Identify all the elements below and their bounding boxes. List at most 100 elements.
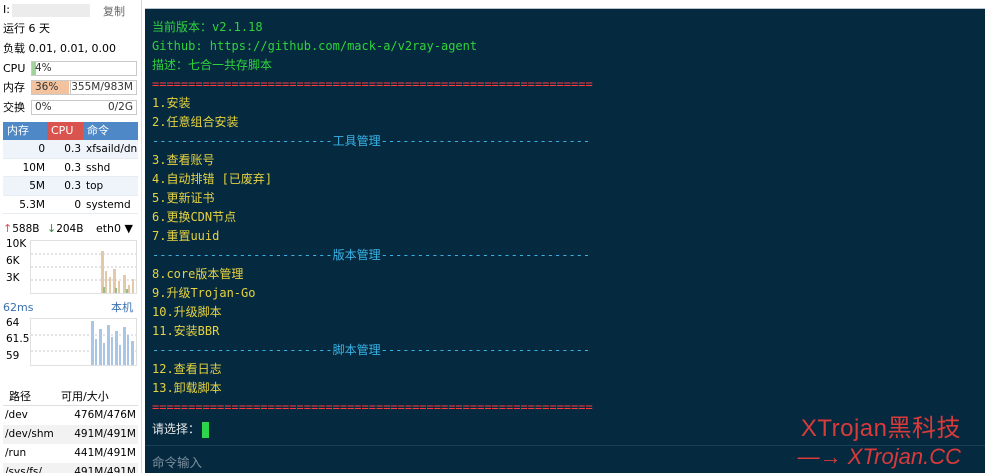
prompt-line: 请选择： bbox=[152, 420, 593, 439]
interface-name: eth0 bbox=[95, 222, 122, 235]
command-input[interactable]: 命令输入 bbox=[152, 452, 202, 471]
memory-label: 内存 bbox=[3, 81, 25, 94]
process-cmd: systemd bbox=[86, 198, 131, 211]
terminal-window[interactable]: 当前版本：v2.1.18 Github: https://github.com/… bbox=[145, 9, 985, 473]
disk-size: 476M/476M bbox=[74, 409, 136, 421]
ping-host[interactable]: 本机 bbox=[111, 299, 133, 317]
table-row[interactable]: /sys/fs/ 491M/491M bbox=[3, 463, 138, 473]
ip-label: I: bbox=[3, 3, 10, 16]
net-tick-1: 10K bbox=[6, 238, 27, 250]
menu-item: 12.查看日志 bbox=[152, 362, 222, 376]
column-command[interactable]: 命令 bbox=[83, 122, 138, 140]
disk-path: /dev bbox=[5, 409, 28, 421]
net-tick-2: 6K bbox=[6, 255, 20, 267]
ping-graph-svg bbox=[31, 321, 136, 365]
table-row[interactable]: 0 0.3 xfsaild/dn bbox=[3, 140, 138, 159]
upload-arrow-icon: ↑ bbox=[3, 222, 13, 235]
disk-table-header: 路径 可用/大小 bbox=[3, 388, 138, 406]
disk-size: 441M/491M bbox=[74, 447, 136, 459]
table-row[interactable]: /run 441M/491M bbox=[3, 444, 138, 463]
menu-item: 3.查看账号 bbox=[152, 153, 215, 167]
swap-row: 交换 0% 0/2G bbox=[3, 99, 137, 117]
version-line: 当前版本：v2.1.18 bbox=[152, 20, 263, 34]
disk-path: /sys/fs/ bbox=[5, 466, 42, 473]
table-row[interactable]: /dev 476M/476M bbox=[3, 406, 138, 425]
chevron-down-icon: ▼ bbox=[124, 222, 133, 235]
menu-item: 2.任意组合安装 bbox=[152, 115, 239, 129]
disk-size: 491M/491M bbox=[74, 428, 136, 440]
process-cmd: xfsaild/dn bbox=[86, 143, 138, 155]
description-line: 描述：七合一共存脚本 bbox=[152, 58, 273, 72]
disk-size: 491M/491M bbox=[74, 466, 136, 473]
section-script: -------------------------脚本管理-----------… bbox=[152, 343, 591, 357]
process-cmd: top bbox=[86, 180, 104, 192]
download-arrow-icon: ↓ bbox=[46, 222, 57, 235]
github-line: Github: https://github.com/mack-a/v2ray-… bbox=[152, 39, 478, 53]
column-size[interactable]: 可用/大小 bbox=[59, 388, 138, 405]
cpu-value: 4% bbox=[35, 62, 52, 74]
ping-tick-3: 59 bbox=[6, 350, 20, 362]
process-table: 内存 CPU 命令 0 0.3 xfsaild/dn 10M 0.3 sshd … bbox=[3, 122, 138, 214]
process-table-header: 内存 CPU 命令 bbox=[3, 122, 138, 140]
section-tools: -------------------------工具管理-----------… bbox=[152, 134, 591, 148]
process-mem: 5.3M bbox=[19, 198, 45, 211]
cpu-row: CPU 4% bbox=[3, 60, 137, 78]
process-mem: 5M bbox=[29, 180, 45, 192]
watermark: XTrojan黑科技 —→ XTrojan.CC bbox=[798, 414, 961, 470]
upload-speed: 588B bbox=[12, 223, 40, 235]
menu-item: 9.升级Trojan-Go bbox=[152, 286, 256, 300]
table-row[interactable]: 10M 0.3 sshd bbox=[3, 159, 138, 177]
menu-item: 7.重置uuid bbox=[152, 229, 220, 243]
section-version: -------------------------版本管理-----------… bbox=[152, 248, 591, 262]
table-row[interactable]: 5.3M 0 systemd bbox=[3, 196, 138, 214]
menu-item: 6.更换CDN节点 bbox=[152, 210, 237, 224]
ip-address-masked bbox=[11, 3, 90, 17]
table-row[interactable]: /dev/shm 491M/491M bbox=[3, 425, 138, 444]
cpu-meter: 4% bbox=[31, 61, 137, 76]
process-cpu: 0 bbox=[74, 198, 81, 211]
process-mem: 10M bbox=[22, 161, 45, 174]
load-text: 负载 0.01, 0.01, 0.00 bbox=[3, 42, 116, 55]
terminal-cursor bbox=[202, 421, 210, 438]
ip-row: I: 复制 bbox=[3, 1, 137, 19]
column-cpu[interactable]: CPU bbox=[47, 122, 83, 140]
network-row: ↑588B ↓204B eth0 ▼ bbox=[3, 220, 137, 238]
separator-line-bottom: ========================================… bbox=[152, 400, 593, 414]
cpu-label: CPU bbox=[3, 62, 26, 75]
disk-path: /run bbox=[5, 447, 27, 459]
memory-value: 36% bbox=[35, 81, 59, 93]
server-monitor-panel: I: 复制 运行 6 天 负载 0.01, 0.01, 0.00 CPU 4% … bbox=[0, 0, 142, 473]
terminal-tab-strip bbox=[145, 0, 985, 9]
ping-latency: 62ms bbox=[3, 301, 34, 314]
ping-tick-2: 61.5 bbox=[6, 333, 30, 345]
watermark-url: —→ XTrojan.CC bbox=[797, 444, 961, 469]
memory-meter: 36% 355M/983M bbox=[31, 80, 137, 95]
ping-tick-1: 64 bbox=[6, 317, 20, 329]
download-speed: 204B bbox=[56, 223, 84, 235]
process-mem: 0 bbox=[38, 143, 45, 155]
table-row[interactable]: 5M 0.3 top bbox=[3, 177, 138, 196]
memory-row: 内存 36% 355M/983M bbox=[3, 79, 137, 97]
menu-item: 8.core版本管理 bbox=[152, 267, 244, 281]
menu-item: 11.安装BBR bbox=[152, 324, 220, 338]
process-cpu: 0.3 bbox=[64, 143, 81, 155]
process-cpu: 0.3 bbox=[64, 161, 81, 174]
swap-value: 0% bbox=[35, 101, 52, 113]
interface-select[interactable]: eth0 ▼ bbox=[96, 220, 133, 238]
disk-table: 路径 可用/大小 /dev 476M/476M /dev/shm 491M/49… bbox=[3, 388, 138, 473]
swap-label: 交换 bbox=[3, 101, 25, 114]
menu-item: 1.安装 bbox=[152, 96, 191, 110]
column-path[interactable]: 路径 bbox=[3, 388, 59, 405]
network-graph bbox=[30, 240, 137, 294]
menu-item: 10.升级脚本 bbox=[152, 305, 222, 319]
swap-meter: 0% 0/2G bbox=[31, 100, 137, 115]
ping-row: 62ms 本机 bbox=[3, 299, 137, 317]
column-memory[interactable]: 内存 bbox=[3, 122, 47, 140]
separator-line: ========================================… bbox=[152, 77, 593, 91]
process-cpu: 0.3 bbox=[64, 180, 81, 192]
process-cmd: sshd bbox=[86, 161, 111, 174]
copy-ip-button[interactable]: 复制 bbox=[103, 3, 125, 21]
menu-item: 5.更新证书 bbox=[152, 191, 215, 205]
disk-path: /dev/shm bbox=[5, 428, 54, 440]
prompt-text: 请选择： bbox=[152, 422, 201, 436]
